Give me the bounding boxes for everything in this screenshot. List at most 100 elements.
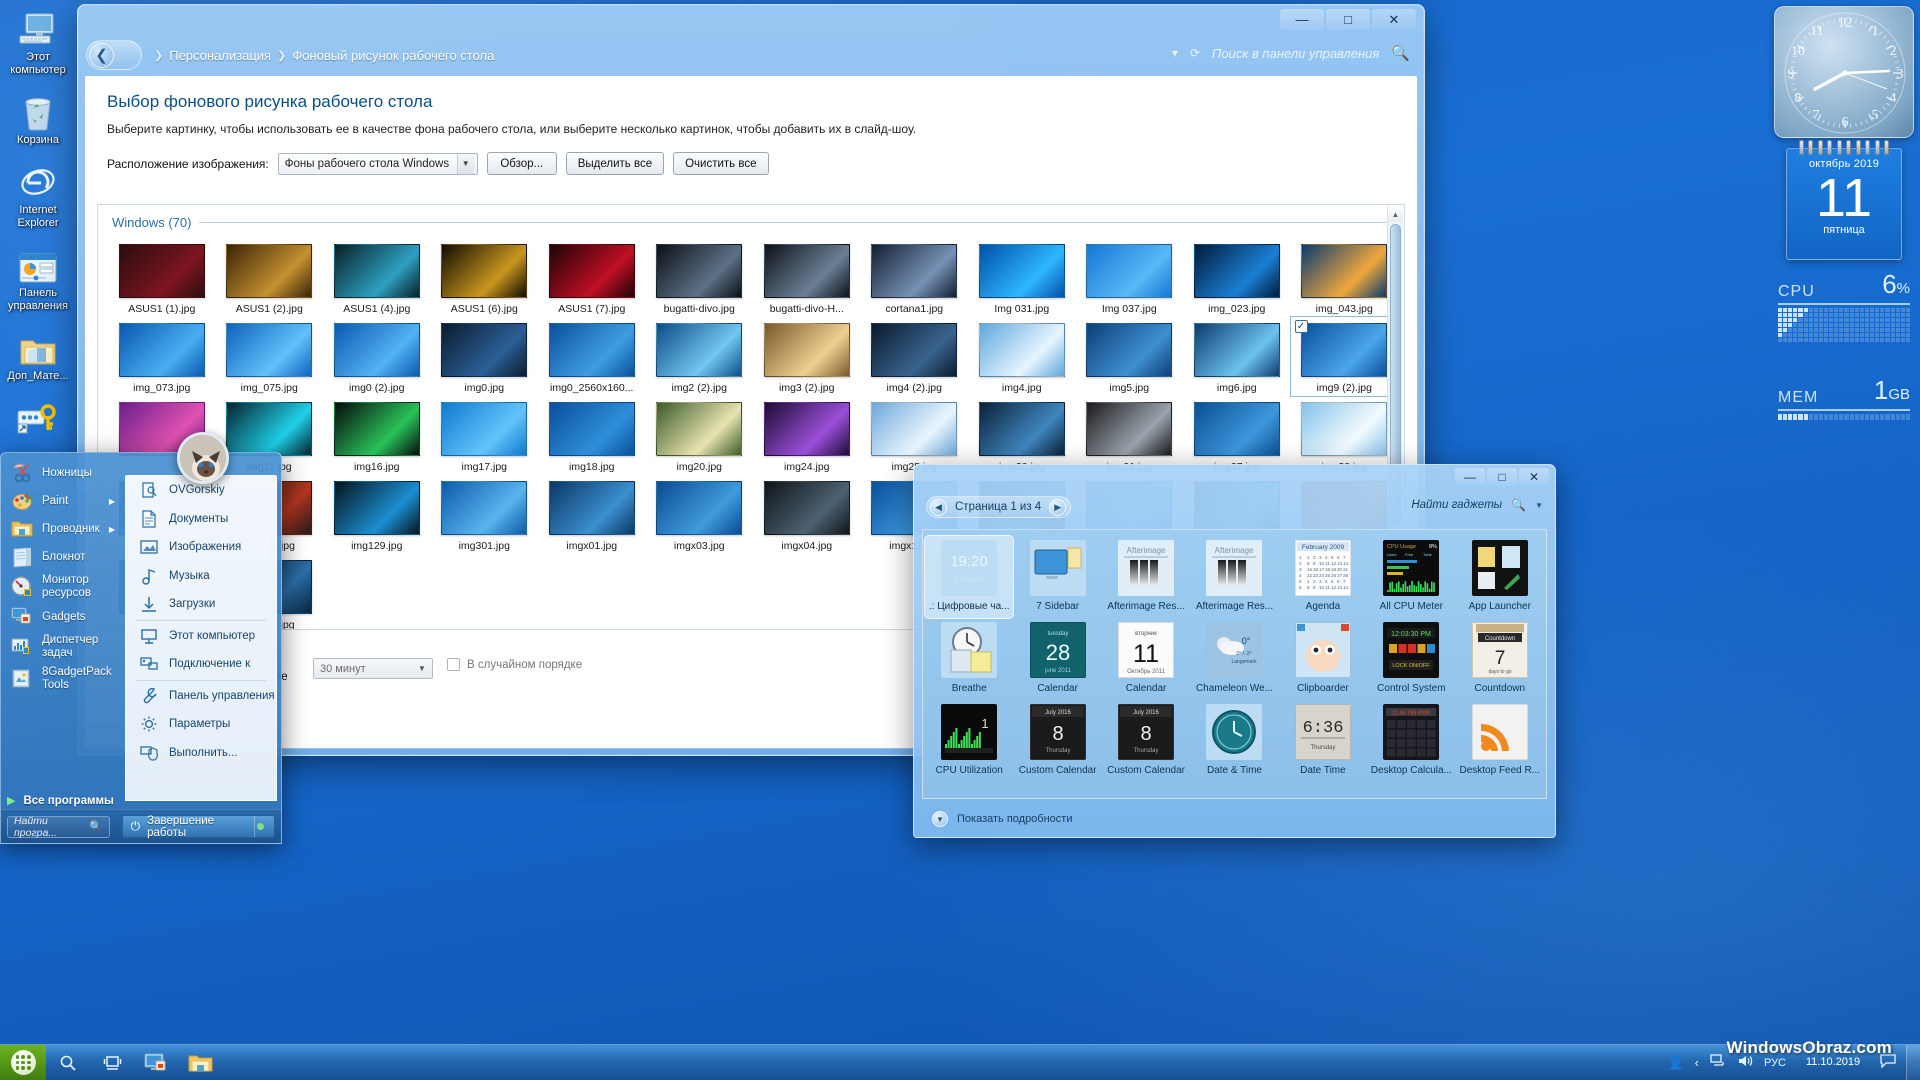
shutdown-button[interactable]: ⏻ Завершение работы [121,815,275,839]
taskbar-task-view[interactable] [90,1045,134,1080]
submenu-arrow-icon[interactable]: ▶ [109,525,119,534]
previous-page-button[interactable]: ◀ [930,498,947,516]
start-menu-place-2[interactable]: Документы [126,505,276,534]
wallpaper-thumb[interactable]: img4.jpg [968,317,1076,396]
gadget-item[interactable]: Afterimage Afterimage Res... [1102,536,1190,618]
gadget-item[interactable]: 7 Sidebar [1013,536,1101,618]
gadget-item[interactable]: July 2016 8 Thursday Custom Calendar [1102,700,1190,782]
taskbar[interactable]: 👤 ‹ РУС 11.10.2019 [0,1044,1920,1080]
gadget-item[interactable]: Desktop Feed R... [1456,700,1544,782]
desktop-icon-folder[interactable]: Доп_Мате... [0,323,76,383]
wallpaper-thumb[interactable]: img16.jpg [323,396,431,475]
wallpaper-thumb[interactable]: img20.jpg [646,396,754,475]
show-details-label[interactable]: Показать подробности [957,813,1072,825]
wallpaper-thumb[interactable]: ASUS1 (4).jpg [323,238,431,317]
memory-meter-gadget[interactable]: MEM 1GB [1778,377,1910,420]
all-programs-button[interactable]: ▶ Все программы [7,794,119,808]
language-indicator[interactable]: РУС [1764,1057,1786,1069]
submenu-arrow-icon[interactable]: ▶ [109,497,119,506]
breadcrumb-item-desktop-background[interactable]: Фоновый рисунок рабочего стола [292,48,494,63]
start-menu-place-7[interactable]: Подключение к [126,650,276,679]
wallpaper-thumb[interactable]: ASUS1 (6).jpg [431,238,539,317]
gadget-gallery-window[interactable]: — □ ✕ ◀ Страница 1 из 4 ▶ Найти гаджеты … [913,464,1556,838]
gadget-item[interactable]: App Launcher [1456,536,1544,618]
chevron-left-icon[interactable]: ‹ [1695,1055,1699,1070]
desktop-icon-control-panel[interactable]: Панель управления [0,240,76,313]
start-menu-item-5[interactable]: Монитор ресурсов [1,571,125,603]
gadget-item[interactable]: Breathe [925,618,1013,700]
window-titlebar[interactable]: — □ ✕ [78,5,1424,35]
wallpaper-thumb[interactable]: img4 (2).jpg [861,317,969,396]
calendar-gadget[interactable]: октябрь 2019 11 пятница [1786,140,1902,260]
gadget-item[interactable]: Date & Time [1190,700,1278,782]
wallpaper-thumb[interactable]: img0 (2).jpg [323,317,431,396]
chevron-down-icon[interactable]: ▼ [932,811,948,827]
gadget-list[interactable]: 19:20 STALKER .: Цифровые ча... 7 Sidebar Af… [922,529,1547,799]
gadget-item[interactable]: Afterimage Afterimage Res... [1190,536,1278,618]
start-menu[interactable]: Ножницы Paint ▶ Проводник ▶ Блокнот Монитор ре… [0,452,282,844]
gadget-item[interactable]: 6:36 Thursday Date Time [1279,700,1367,782]
browse-button[interactable]: Обзор... [486,152,557,175]
desktop-icon-this-computer[interactable]: Этот компьютер [0,4,76,77]
search-icon[interactable]: 🔍 [1391,44,1410,62]
wallpaper-thumb[interactable]: img_075.jpg [216,317,324,396]
gadget-item[interactable]: CPU Usage 8% Used Free Total All CPU Meter [1367,536,1455,618]
wallpaper-thumb[interactable]: img129.jpg [323,475,431,554]
wallpaper-thumb[interactable]: Img 037.jpg [1076,238,1184,317]
start-menu-item-3[interactable]: Проводник ▶ [1,515,125,543]
breadcrumb-item-personalization[interactable]: Персонализация [169,48,271,63]
wallpaper-thumb[interactable]: img24.jpg [753,396,861,475]
wallpaper-thumb[interactable]: img0.jpg [431,317,539,396]
gg-close-button[interactable]: ✕ [1519,468,1549,486]
wallpaper-thumb[interactable]: bugatti-divo-H... [753,238,861,317]
wallpaper-thumb[interactable]: ASUS1 (1).jpg [108,238,216,317]
gadget-item[interactable]: Countdown 7 days to go Countdown [1456,618,1544,700]
picture-location-select[interactable]: Фоны рабочего стола Windows ▼ [277,152,478,175]
search-input[interactable]: Поиск в панели управления [1212,46,1379,61]
select-all-button[interactable]: Выделить все [565,152,665,175]
scroll-up-icon[interactable]: ▲ [1388,206,1403,222]
gadget-item[interactable]: Clipboarder [1279,618,1367,700]
interval-select[interactable]: 30 минут ▼ [313,658,433,679]
wallpaper-thumb[interactable]: ASUS1 (7).jpg [538,238,646,317]
start-button[interactable] [0,1044,46,1080]
shutdown-options-button[interactable] [253,816,266,837]
wallpaper-thumb[interactable]: img6.jpg [1183,317,1291,396]
gadget-gallery-footer[interactable]: ▼ Показать подробности [914,801,1555,837]
start-menu-item-2[interactable]: Paint ▶ [1,487,125,515]
start-menu-item-6[interactable]: Gadgets [1,603,125,631]
wallpaper-thumb[interactable]: img_043.jpg [1291,238,1399,317]
wallpaper-thumb[interactable]: Img 031.jpg [968,238,1076,317]
start-search-input[interactable]: Найти програ... 🔍 [7,815,110,839]
wallpaper-thumb[interactable]: img2 (2).jpg [646,317,754,396]
refresh-icon[interactable]: ⟳ [1190,46,1200,60]
wallpaper-thumb[interactable]: img_023.jpg [1183,238,1291,317]
gadget-item[interactable]: 0° 2° / -2° Langemark Chameleon We... [1190,618,1278,700]
chevron-down-icon[interactable]: ▼ [1535,501,1543,510]
taskbar-explorer[interactable] [178,1045,222,1080]
gg-maximize-button[interactable]: □ [1487,468,1517,486]
gadget-item[interactable]: February 2009 1 1 2 3 4 5 6 7 2 8 9 10 11 12 13 14 3 15 16 1… [1279,536,1367,618]
gadget-item[interactable]: 12:03:30 PM LOCK ON/OFF Control System [1367,618,1455,700]
start-menu-place-9[interactable]: Параметры [126,710,276,739]
wallpaper-thumb[interactable]: img3 (2).jpg [753,317,861,396]
gadget-item[interactable]: вторник 11 Октябрь 2011 Calendar [1102,618,1190,700]
next-page-button[interactable]: ▶ [1049,498,1067,516]
wallpaper-thumb[interactable]: imgx01.jpg [538,475,646,554]
gadget-item[interactable]: July 2016 8 Thursday Custom Calendar [1013,700,1101,782]
maximize-button[interactable]: □ [1326,9,1370,30]
clock-gadget[interactable]: 12 1 2 3 4 5 6 7 8 9 10 11 [1774,6,1914,138]
wallpaper-thumb[interactable]: ASUS1 (2).jpg [216,238,324,317]
gadget-item[interactable]: 19:20 STALKER .: Цифровые ча... [923,535,1015,619]
search-icon[interactable]: 🔍 [1511,498,1526,512]
wallpaper-thumb[interactable]: bugatti-divo.jpg [646,238,754,317]
start-menu-place-5[interactable]: Загрузки [126,590,276,619]
show-desktop-button[interactable] [1906,1044,1920,1080]
shuffle-checkbox[interactable]: В случайном порядке [447,658,582,671]
avatar[interactable] [177,432,229,484]
start-menu-item-8[interactable]: 8GadgetPack Tools [1,663,125,695]
start-menu-place-10[interactable]: Выполнить... [126,739,276,768]
start-menu-place-3[interactable]: Изображения [126,533,276,562]
desktop-icon-key-shortcut[interactable] [0,393,76,437]
back-button[interactable]: ❮ [86,40,142,70]
